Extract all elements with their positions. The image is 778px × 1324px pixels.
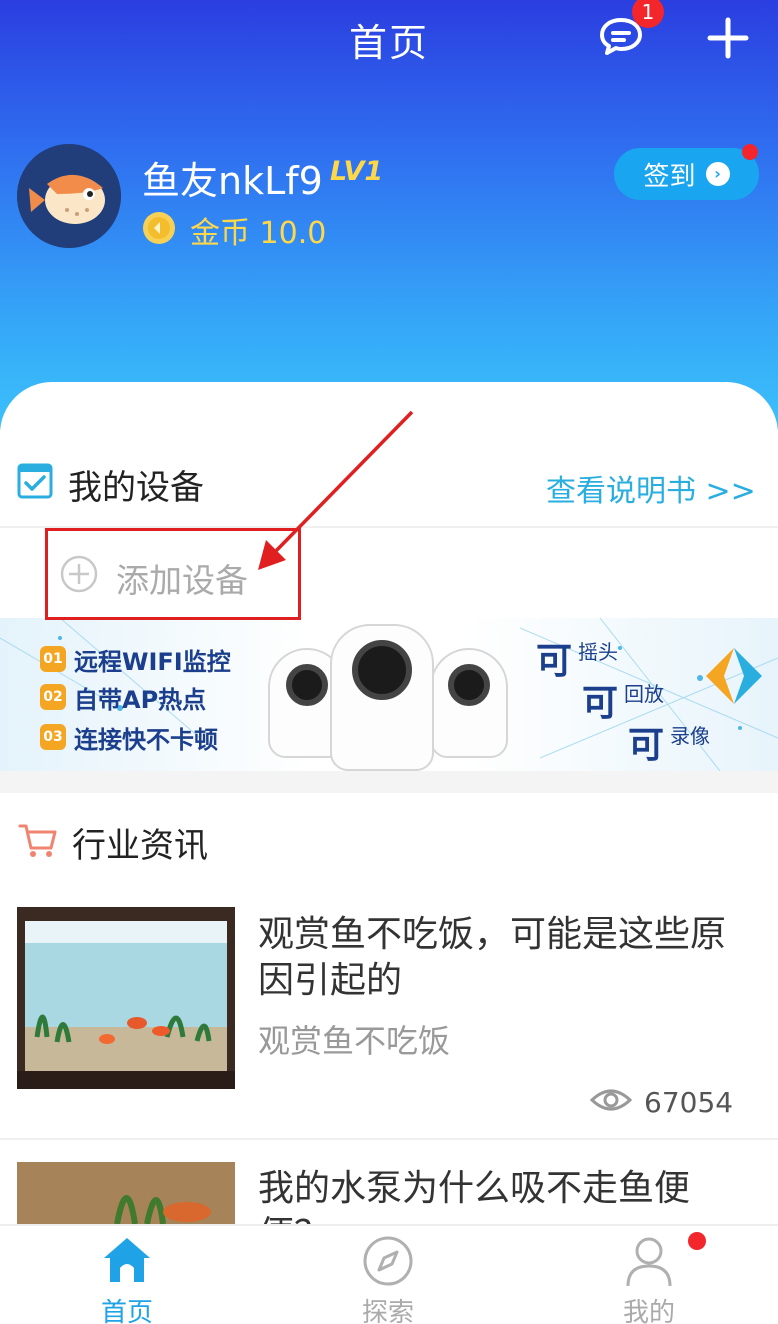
banner-claim: 可 xyxy=(628,725,665,766)
device-checkbox-icon xyxy=(17,463,53,499)
profile-header: 首页 1 鱼友nkLf9 LV1 金币 10.0 签到 › xyxy=(0,0,778,430)
industry-news-title: 行业资讯 xyxy=(72,826,208,866)
view-manual-link[interactable]: 查看说明书 >> xyxy=(546,466,756,510)
article-subtitle: 观赏鱼不吃饭 xyxy=(258,1022,451,1060)
banner-claim: 可 xyxy=(536,641,573,682)
camera-promo-banner[interactable]: 01 远程WIFI监控 02 自带AP热点 03 连接快不卡顿 可 摇头 可 回… xyxy=(0,618,778,771)
tab-home-label: 首页 xyxy=(100,1298,153,1324)
tab-me-notification-dot xyxy=(688,1232,706,1250)
banner-feature: 03 连接快不卡顿 xyxy=(40,722,218,754)
tab-me-label: 我的 xyxy=(622,1298,675,1324)
banner-feature: 01 远程WIFI监控 xyxy=(40,644,231,676)
article-title[interactable]: 我的水泵为什么吸不走鱼便便？ xyxy=(258,1166,748,1224)
eye-icon xyxy=(589,1086,633,1114)
article-thumbnail[interactable] xyxy=(17,907,235,1089)
add-button[interactable] xyxy=(706,16,750,60)
signin-button[interactable]: 签到 › xyxy=(614,148,759,200)
view-count: 67054 xyxy=(644,1086,734,1119)
chevron-right-icon: › xyxy=(705,162,730,186)
avatar[interactable] xyxy=(17,144,121,248)
username: 鱼友nkLf9 xyxy=(142,159,323,203)
cart-icon xyxy=(17,820,57,860)
section-gap xyxy=(0,771,778,793)
home-icon xyxy=(104,1238,150,1282)
banner-claim-label: 回放 xyxy=(624,682,664,706)
camera-image-center xyxy=(330,624,434,771)
signin-label: 签到 xyxy=(643,161,696,192)
signin-notification-dot xyxy=(742,144,758,160)
tab-home[interactable]: 首页 xyxy=(47,1226,207,1324)
coin-balance: 金币 10.0 xyxy=(190,216,327,251)
level-badge: LV1 xyxy=(330,156,384,187)
logo-arrow-icon xyxy=(706,648,762,704)
tab-explore[interactable]: 探索 xyxy=(308,1226,468,1324)
article-title[interactable]: 观赏鱼不吃饭，可能是这些原因引起的 xyxy=(258,912,748,1004)
plus-icon xyxy=(707,17,749,59)
banner-feature: 02 自带AP热点 xyxy=(40,682,206,714)
banner-claim-label: 摇头 xyxy=(578,640,618,664)
highlight-box xyxy=(45,528,301,620)
my-devices-title: 我的设备 xyxy=(68,468,204,508)
article-divider xyxy=(0,1138,778,1140)
banner-claim: 可 xyxy=(582,683,619,724)
camera-image-right xyxy=(430,648,508,758)
compass-icon xyxy=(363,1236,413,1286)
bottom-tab-bar: 首页 探索 我的 xyxy=(0,1224,778,1324)
tab-explore-label: 探索 xyxy=(361,1298,414,1324)
pufferfish-avatar-icon xyxy=(17,144,121,248)
article-thumbnail[interactable] xyxy=(17,1162,235,1224)
banner-claim-label: 录像 xyxy=(670,724,710,748)
coin-icon xyxy=(142,211,176,245)
user-icon xyxy=(626,1237,672,1287)
